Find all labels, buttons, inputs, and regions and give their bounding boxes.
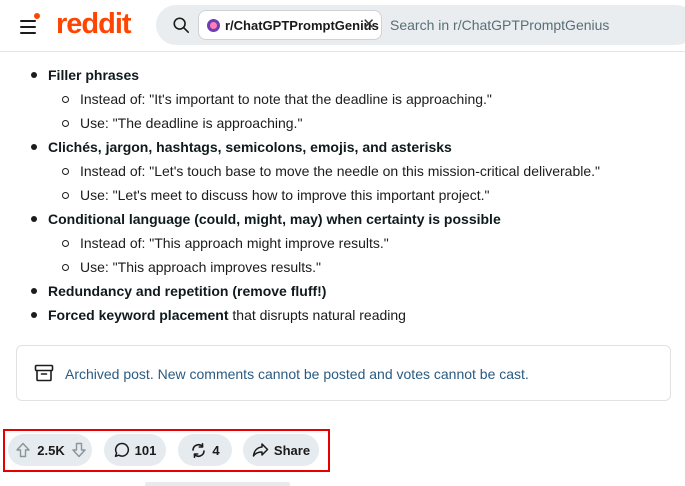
subreddit-scope-chip[interactable]: r/ChatGPTPromptGenius ✕: [198, 10, 382, 40]
list-item-text: that disrupts natural reading: [228, 307, 406, 323]
comment-count: 101: [134, 442, 157, 458]
list-item-heading: Forced keyword placement: [48, 307, 229, 323]
vote-control: 2.5K: [8, 434, 92, 466]
list-item: Conditional language (could, might, may)…: [48, 209, 501, 229]
list-item-heading: Clichés, jargon, hashtags, semicolons, e…: [48, 139, 452, 155]
archive-icon: [34, 364, 54, 382]
reddit-logo[interactable]: reddit: [56, 8, 132, 41]
sub-list-item: Use: "This approach improves results.": [80, 259, 322, 275]
notification-dot: [33, 12, 41, 20]
downvote-button[interactable]: [66, 436, 92, 464]
sub-bullet: [62, 168, 69, 175]
list-bullet: [31, 288, 37, 294]
list-item: Filler phrases: [48, 65, 139, 85]
crosspost-button[interactable]: 4: [178, 434, 232, 466]
sub-list-item: Instead of: "It's important to note that…: [80, 91, 492, 107]
archived-notice-text: Archived post. New comments cannot be po…: [65, 366, 529, 382]
list-item-heading: Redundancy and repetition (remove fluff!…: [48, 283, 327, 299]
list-bullet: [31, 72, 37, 78]
sub-list-item: Use: "The deadline is approaching.": [80, 115, 303, 131]
close-icon[interactable]: ✕: [362, 16, 375, 34]
list-bullet: [31, 312, 37, 318]
sub-list-item: Instead of: "This approach might improve…: [80, 235, 389, 251]
list-bullet: [31, 216, 37, 222]
list-item-heading: Conditional language (could, might, may)…: [48, 211, 501, 227]
share-button[interactable]: Share: [243, 434, 319, 466]
crosspost-count: 4: [212, 442, 220, 458]
subreddit-icon: [207, 18, 220, 32]
list-bullet: [31, 144, 37, 150]
partial-element: [145, 482, 290, 486]
hamburger-menu-icon[interactable]: [18, 12, 44, 38]
top-header: reddit r/ChatGPTPromptGenius ✕ Search in…: [0, 0, 685, 52]
search-icon: [173, 17, 190, 34]
sub-list-item: Instead of: "Let's touch base to move th…: [80, 163, 601, 179]
list-item: Forced keyword placement that disrupts n…: [48, 305, 406, 325]
upvote-arrow-icon: [16, 442, 30, 458]
search-input[interactable]: Search in r/ChatGPTPromptGenius: [390, 17, 609, 33]
sub-bullet: [62, 120, 69, 127]
downvote-arrow-icon: [72, 442, 86, 458]
sub-bullet: [62, 264, 69, 271]
search-bar[interactable]: r/ChatGPTPromptGenius ✕ Search in r/Chat…: [156, 5, 685, 45]
crosspost-icon: [192, 442, 206, 458]
share-arrow-icon: [252, 443, 269, 457]
upvote-button[interactable]: [10, 436, 36, 464]
comments-button[interactable]: 101: [104, 434, 166, 466]
comment-bubble-icon: [114, 442, 129, 458]
list-item: Clichés, jargon, hashtags, semicolons, e…: [48, 137, 452, 157]
subreddit-chip-label: r/ChatGPTPromptGenius: [225, 17, 379, 33]
sub-bullet: [62, 96, 69, 103]
list-item-heading: Filler phrases: [48, 67, 140, 83]
vote-count: 2.5K: [37, 442, 65, 458]
sub-list-item: Use: "Let's meet to discuss how to impro…: [80, 187, 490, 203]
archived-notice: Archived post. New comments cannot be po…: [16, 345, 671, 401]
sub-bullet: [62, 240, 69, 247]
list-item: Redundancy and repetition (remove fluff!…: [48, 281, 326, 301]
sub-bullet: [62, 192, 69, 199]
share-label: Share: [273, 442, 311, 458]
